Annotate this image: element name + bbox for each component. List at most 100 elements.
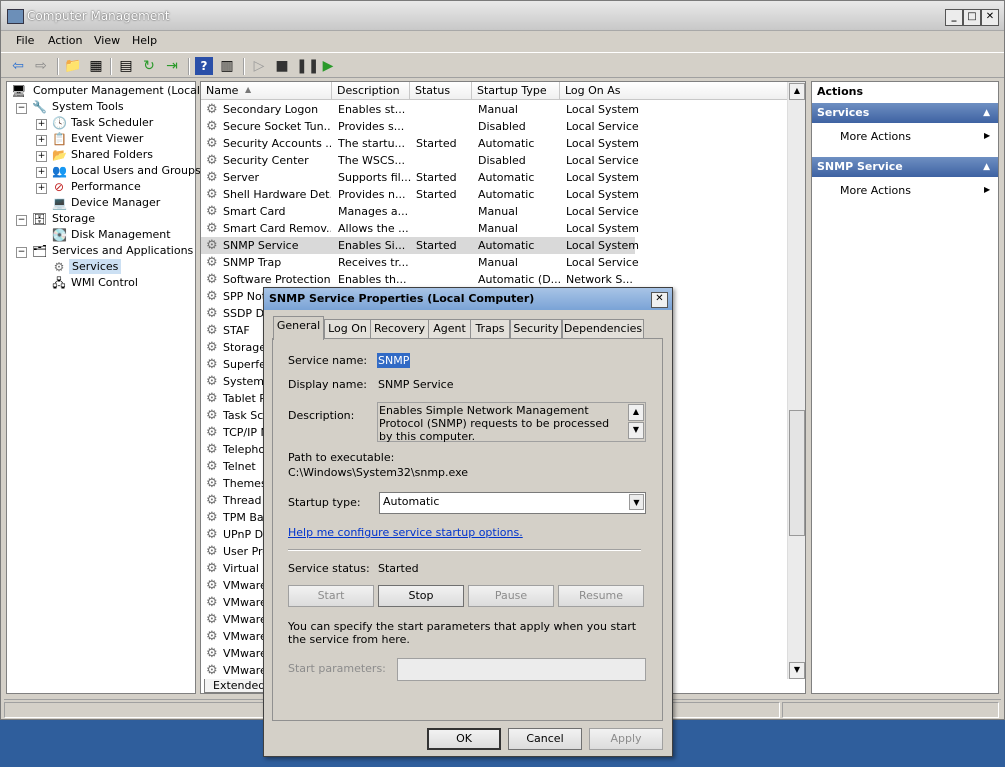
tree-services-applications[interactable]: Services and Applications [52,244,193,257]
expand-task-scheduler[interactable]: + [36,119,47,130]
show-hide-tree-icon[interactable]: ▦ [87,57,105,75]
cancel-button[interactable]: Cancel [508,728,582,750]
chevron-down-icon[interactable]: ▼ [629,494,644,510]
table-row[interactable]: ⚙ Secure Socket Tun... Provides s... Disabl… [201,118,789,135]
pause-service-icon[interactable]: ❚❚ [296,57,319,75]
cell-name: Shell Hardware Det... [223,188,331,201]
display-name-value[interactable]: SNMP Service [378,378,454,391]
cell-name: SNMP Service [223,239,299,252]
table-row[interactable]: ⚙ Smart Card Manages a... Manual Local Servi… [201,203,789,220]
column-startup-type[interactable]: Startup Type [472,82,560,100]
tab-security[interactable]: Security [510,319,562,339]
expand-event-viewer[interactable]: + [36,135,47,146]
tree-wmi-control[interactable]: WMI Control [71,276,138,289]
table-row[interactable]: ⚙ Secondary Logon Enables st... Manual Local… [201,101,789,118]
table-row[interactable]: ⚙ SNMP Trap Receives tr... Manual Local Serv… [201,254,789,271]
help-icon[interactable]: ? [195,57,213,75]
table-row[interactable]: ⚙ Security Accounts ... The startu... Start… [201,135,789,152]
tree-storage[interactable]: Storage [52,212,95,225]
scroll-thumb[interactable] [789,410,805,536]
show-hide-action-pane-icon[interactable]: ▥ [218,57,236,75]
path-value[interactable]: C:\Windows\System32\snmp.exe [288,466,468,479]
cell-desc: Allows the ... [338,222,409,235]
start-params-input[interactable] [397,658,646,681]
stop-button[interactable]: Stop [378,585,464,607]
table-row[interactable]: ⚙ SNMP Service Enables Si... Started Automat… [201,237,639,254]
minimize-button[interactable]: _ [945,9,963,26]
scroll-down-icon[interactable]: ▼ [789,662,805,679]
expand-performance[interactable]: + [36,183,47,194]
export-list-icon[interactable]: ⇥ [163,57,181,75]
expand-shared-folders[interactable]: + [36,151,47,162]
description-scroll-down-icon[interactable]: ▼ [628,422,644,439]
services-more-actions[interactable]: More Actions [840,130,911,143]
restart-service-icon[interactable]: ▶ [319,57,337,75]
table-row[interactable]: ⚙ Smart Card Remov... Allows the ... Manual… [201,220,789,237]
tree-task-scheduler[interactable]: Task Scheduler [71,116,153,129]
tree-services[interactable]: Services [69,259,122,274]
table-row[interactable]: ⚙ Server Supports fil... Started Automatic Lo… [201,169,789,186]
tab-general[interactable]: General [273,316,324,340]
column-status[interactable]: Status [410,82,472,100]
description-box[interactable]: Enables Simple Network Management Protoc… [377,402,646,443]
tree-local-users-groups[interactable]: Local Users and Groups [71,164,201,177]
expand-local-users[interactable]: + [36,167,47,178]
tree-device-manager[interactable]: Device Manager [71,196,160,209]
collapse-storage[interactable]: − [16,215,27,226]
service-name-value[interactable]: SNMP [377,353,411,368]
help-configure-link[interactable]: Help me configure service startup option… [288,526,523,539]
ok-button[interactable]: OK [427,728,501,750]
start-button[interactable]: Start [288,585,374,607]
menu-file[interactable]: File [16,34,34,47]
snmp-more-actions[interactable]: More Actions [840,184,911,197]
tree-computer-management[interactable]: Computer Management (Local) [33,84,204,97]
tree-event-viewer[interactable]: Event Viewer [71,132,143,145]
list-scrollbar[interactable]: ▲ ▼ [787,82,805,679]
tab-recovery[interactable]: Recovery [370,319,429,339]
collapse-services-applications[interactable]: − [16,247,27,258]
scroll-up-icon[interactable]: ▲ [789,83,805,100]
dialog-close-button[interactable]: ✕ [651,292,668,308]
tab-extended[interactable]: Extended [204,679,266,693]
collapse-system-tools[interactable]: − [16,103,27,114]
tree-shared-folders[interactable]: Shared Folders [71,148,153,161]
up-folder-icon[interactable]: 📁 [64,57,82,75]
tab-agent[interactable]: Agent [428,319,471,339]
cell-status [416,220,472,237]
collapse-icon: ▲ [983,108,990,118]
table-row[interactable]: ⚙ Security Center The WSCS... Disabled Local… [201,152,789,169]
cell-startup: Disabled [478,154,526,167]
column-description[interactable]: Description [332,82,410,100]
maximize-button[interactable]: □ [963,9,981,26]
apply-button[interactable]: Apply [589,728,663,750]
tab-log-on[interactable]: Log On [324,319,371,339]
actions-section-snmp[interactable]: SNMP Service ▲ [812,157,998,177]
tree-disk-management[interactable]: Disk Management [71,228,171,241]
menu-view[interactable]: View [94,34,120,47]
service-gear-icon: ⚙ [206,153,218,168]
pause-button[interactable]: Pause [468,585,554,607]
description-scroll-up-icon[interactable]: ▲ [628,404,644,421]
tree-system-tools[interactable]: System Tools [52,100,124,113]
cell-startup: Manual [478,222,518,235]
column-name[interactable]: Name ▲ [201,82,332,100]
table-row[interactable]: ⚙ Software Protection Enables th... Automat… [201,271,789,288]
properties-icon[interactable]: ▤ [117,57,135,75]
menu-help[interactable]: Help [132,34,157,47]
tree-performance[interactable]: Performance [71,180,141,193]
table-row[interactable]: ⚙ Shell Hardware Det... Provides n... Start… [201,186,789,203]
stop-service-icon[interactable]: ■ [273,57,291,75]
forward-icon[interactable]: ⇨ [32,57,50,75]
close-button[interactable]: ✕ [981,9,999,26]
resume-button[interactable]: Resume [558,585,644,607]
tab-traps[interactable]: Traps [470,319,510,339]
refresh-icon[interactable]: ↻ [140,57,158,75]
start-service-icon[interactable]: ▷ [250,57,268,75]
menu-action[interactable]: Action [48,34,82,47]
back-icon[interactable]: ⇦ [9,57,27,75]
tab-dependencies[interactable]: Dependencies [562,319,644,339]
actions-section-services[interactable]: Services ▲ [812,103,998,123]
column-log-on-as[interactable]: Log On As [560,82,789,100]
startup-type-select[interactable]: Automatic ▼ [379,492,646,514]
cell-logon: Local System [566,222,640,235]
